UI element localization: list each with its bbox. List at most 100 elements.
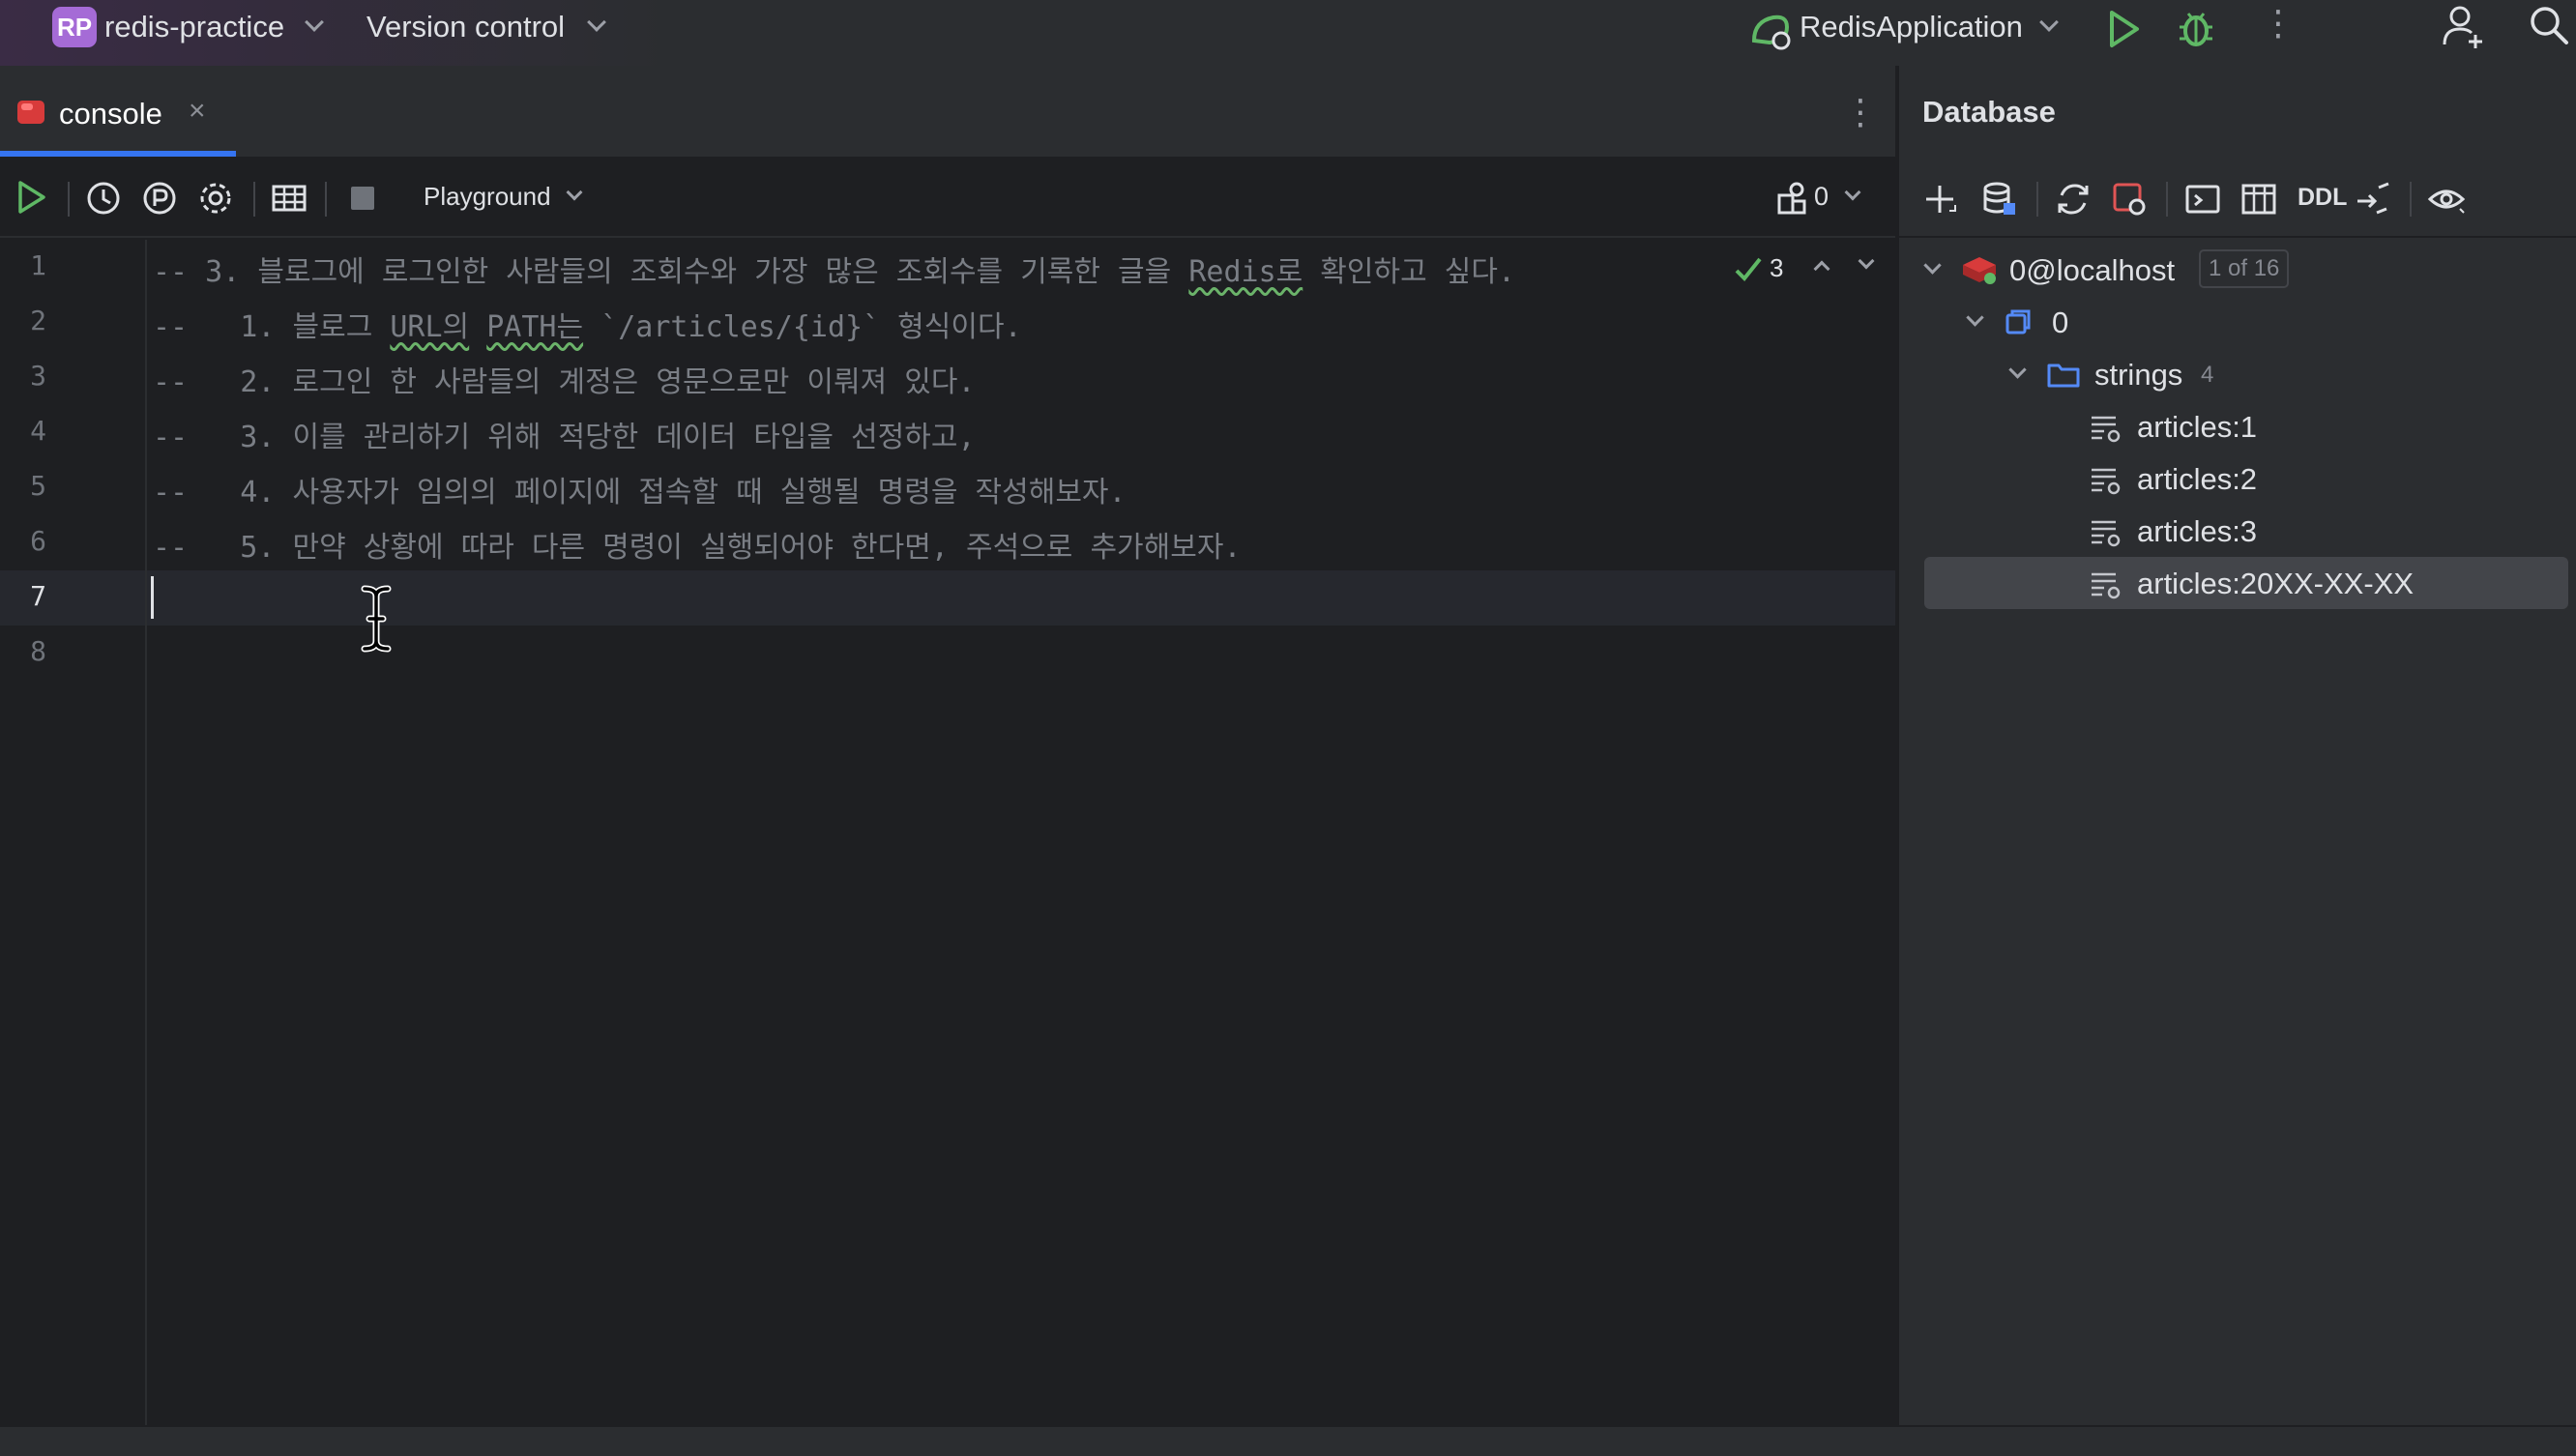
debug-icon[interactable] xyxy=(2176,6,2216,50)
toolbar-separator xyxy=(2410,182,2412,217)
folder-name: strings xyxy=(2094,358,2183,392)
search-icon[interactable] xyxy=(2528,4,2570,48)
stop-icon[interactable] xyxy=(344,180,381,217)
add-user-icon[interactable] xyxy=(2441,2,2485,50)
jump-to-source-icon[interactable] xyxy=(2354,180,2392,218)
code-line[interactable]: -- 3. 이를 관리하기 위해 적당한 데이터 타입을 선정하고, xyxy=(153,413,976,455)
settings-gear-icon[interactable] xyxy=(197,180,234,217)
line-number: 8 xyxy=(30,635,46,667)
string-key-icon xyxy=(2092,520,2121,547)
string-key-icon xyxy=(2092,416,2121,443)
run-icon[interactable] xyxy=(2104,8,2143,50)
tab-console-label: console xyxy=(59,97,162,131)
ddl-button[interactable]: DDL xyxy=(2298,184,2347,212)
code-line[interactable]: -- 2. 로그인 한 사람들의 계정은 영문으로만 이뤄져 있다. xyxy=(153,358,976,400)
code-line[interactable]: -- 4. 사용자가 임의의 페이지에 접속할 때 실행될 명령을 작성해보자. xyxy=(153,468,1127,510)
string-key-icon xyxy=(2092,468,2121,495)
tree-key-node[interactable]: articles:3 xyxy=(1899,505,2576,557)
folder-count: 4 xyxy=(2201,362,2214,388)
line-number: 2 xyxy=(30,305,46,336)
tree-key-node[interactable]: articles:2 xyxy=(1899,452,2576,505)
version-control-chevron-down-icon[interactable] xyxy=(587,13,606,32)
tree-folder-node[interactable]: strings 4 xyxy=(1899,348,2576,400)
database-panel-title: Database xyxy=(1922,95,2056,129)
close-icon[interactable]: × xyxy=(189,95,206,128)
line-number: 6 xyxy=(30,525,46,557)
typo-highlight[interactable]: URL의 xyxy=(390,310,469,344)
pin-session-icon[interactable] xyxy=(141,180,178,217)
redis-connection-icon xyxy=(1963,257,1996,284)
previous-highlight-icon[interactable] xyxy=(1813,260,1830,277)
run-config-chevron-down-icon[interactable] xyxy=(2039,13,2059,32)
comment-text: -- 3. 블로그에 로그인한 사람들의 조회수와 가장 많은 조회수를 기록한… xyxy=(153,255,1189,289)
more-actions-icon[interactable]: ⋮ xyxy=(2261,6,2296,41)
expand-chevron-icon[interactable] xyxy=(2008,361,2027,379)
expand-chevron-icon[interactable] xyxy=(1966,308,1984,327)
key-name: articles:3 xyxy=(2137,514,2258,548)
tree-connection-node[interactable]: 0@localhost 1 of 16 xyxy=(1899,244,2576,296)
tree-key-node[interactable]: articles:1 xyxy=(1899,400,2576,452)
sessions-chevron-down-icon[interactable] xyxy=(1844,184,1861,201)
code-line[interactable]: -- 1. 블로그 URL의 PATH는 `/articles/{id}` 형식… xyxy=(153,303,1022,345)
key-name: articles:20XX-XX-XX xyxy=(2137,567,2414,600)
query-console-icon[interactable] xyxy=(2183,180,2222,218)
sessions-icon[interactable] xyxy=(1775,180,1810,217)
code-line[interactable]: -- 3. 블로그에 로그인한 사람들의 조회수와 가장 많은 조회수를 기록한… xyxy=(153,248,1515,290)
project-chevron-down-icon[interactable] xyxy=(305,13,324,32)
code-editor[interactable]: 1 2 3 4 5 6 7 8 -- 3. 블로그에 로그인한 사람들의 조회수… xyxy=(0,240,1895,1425)
view-options-eye-icon[interactable] xyxy=(2427,180,2468,218)
comment-text xyxy=(469,310,486,344)
line-number: 4 xyxy=(30,415,46,447)
database-selector-pill[interactable]: 1 of 16 xyxy=(2199,249,2290,288)
playground-dropdown[interactable]: Playground xyxy=(424,182,551,212)
tab-console[interactable]: console × xyxy=(0,66,236,159)
disconnect-icon[interactable] xyxy=(2110,180,2149,218)
comment-text: -- 1. 블로그 xyxy=(153,310,391,344)
project-badge[interactable]: RP xyxy=(52,7,97,47)
editor-tab-strip: console × ⋮ xyxy=(0,66,1895,159)
database-icon xyxy=(2005,309,2031,335)
tab-options-icon[interactable]: ⋮ xyxy=(1843,95,1878,130)
typo-highlight[interactable]: Redis로 xyxy=(1188,255,1303,289)
mouse-ibeam-cursor-icon xyxy=(361,585,392,653)
comment-text: 확인하고 싶다. xyxy=(1303,255,1516,289)
database-tool-window: Database DDL 0@localhost 1 of 16 0 strin… xyxy=(1897,66,2576,1425)
db-name: 0 xyxy=(2052,306,2069,339)
data-source-properties-icon[interactable] xyxy=(1980,180,2019,218)
database-toolbar: DDL xyxy=(1899,160,2576,238)
editor-toolbar: Playground 0 xyxy=(0,160,1895,238)
expand-chevron-icon[interactable] xyxy=(1923,256,1942,275)
line-number-gutter: 1 2 3 4 5 6 7 8 xyxy=(0,240,147,1425)
code-line[interactable]: -- 5. 만약 상황에 따라 다른 명령이 실행되어야 한다면, 주석으로 추… xyxy=(153,523,1242,566)
refresh-icon[interactable] xyxy=(2054,180,2093,218)
playground-chevron-down-icon[interactable] xyxy=(566,184,583,201)
version-control-menu[interactable]: Version control xyxy=(366,10,565,44)
execute-icon[interactable] xyxy=(14,178,48,217)
line-number: 1 xyxy=(30,249,46,281)
history-icon[interactable] xyxy=(85,180,122,217)
line-number: 5 xyxy=(30,470,46,502)
inspection-count[interactable]: 3 xyxy=(1770,253,1783,283)
string-key-icon xyxy=(2092,572,2121,599)
run-config-name[interactable]: RedisApplication xyxy=(1800,10,2023,44)
typo-highlight[interactable]: PATH는 xyxy=(486,310,583,344)
title-bar: RP redis-practice Version control RedisA… xyxy=(0,0,2576,66)
add-icon[interactable] xyxy=(1920,180,1959,218)
inspection-check-icon[interactable] xyxy=(1733,253,1764,286)
tree-key-node-selected[interactable]: articles:20XX-XX-XX xyxy=(1924,557,2568,609)
edit-data-table-icon[interactable] xyxy=(2239,180,2278,218)
toolbar-separator xyxy=(253,182,255,217)
next-highlight-icon[interactable] xyxy=(1858,252,1875,270)
session-count[interactable]: 0 xyxy=(1814,182,1829,212)
connection-name: 0@localhost xyxy=(2009,253,2176,287)
redis-console-icon xyxy=(17,101,44,124)
text-caret xyxy=(151,576,154,619)
folder-icon xyxy=(2047,364,2080,388)
table-view-icon[interactable] xyxy=(271,180,307,217)
project-name[interactable]: redis-practice xyxy=(104,10,284,44)
tree-db-node[interactable]: 0 xyxy=(1899,296,2576,348)
toolbar-separator xyxy=(325,182,327,217)
toolbar-separator xyxy=(68,182,70,217)
key-name: articles:2 xyxy=(2137,462,2258,496)
current-line-highlight xyxy=(0,570,1895,626)
